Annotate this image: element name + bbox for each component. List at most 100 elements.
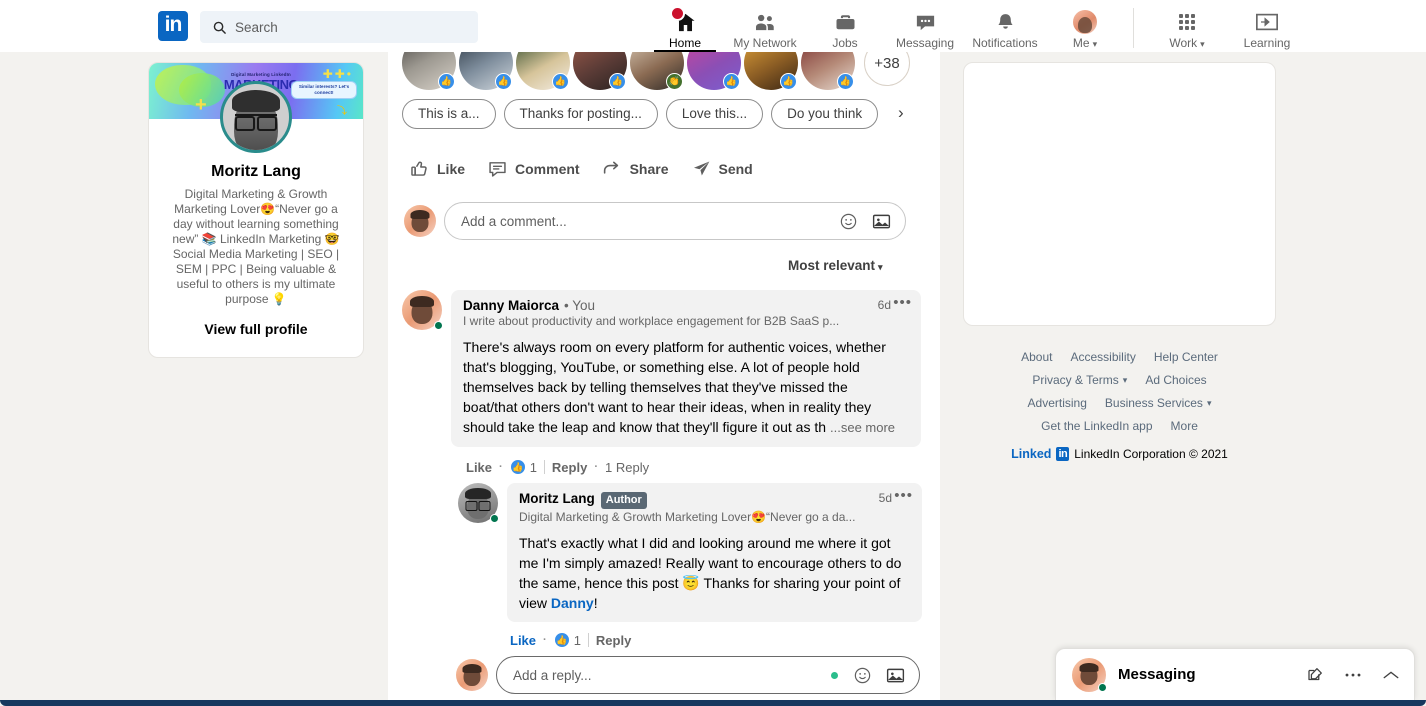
reaction-like-icon: 👍 — [780, 73, 797, 90]
search-icon — [212, 20, 227, 35]
comment-line: themselves back by telling themselves th… — [463, 379, 848, 395]
suggestion-chip[interactable]: This is a... — [402, 99, 496, 129]
like-button[interactable]: Like — [400, 152, 474, 185]
linkedin-logo-icon: in — [1056, 447, 1070, 461]
separator-dot: · — [499, 461, 503, 473]
reaction-support-icon: 👏 — [666, 73, 683, 90]
add-comment-input[interactable] — [461, 213, 839, 229]
briefcase-icon — [834, 9, 857, 35]
comment-reply-count[interactable]: 1 Reply — [605, 460, 649, 475]
nav-label: Notifications — [972, 36, 1038, 50]
comment-like-button[interactable]: Like — [466, 460, 492, 475]
comment-actions: Like · 👍 1 Reply · 1 Reply — [464, 459, 649, 475]
image-icon[interactable] — [871, 211, 892, 232]
nav-item-me[interactable]: Me ▾ — [1045, 0, 1125, 52]
copyright-text: LinkedIn Corporation © 2021 — [1074, 447, 1228, 461]
browser-viewport: 👍 👍 👍 👍 👏 👍 👍 👍 +38 This is a... Thanks … — [0, 0, 1426, 706]
nav-item-work[interactable]: Work ▾ — [1147, 0, 1227, 52]
share-label: Share — [629, 160, 669, 177]
online-status-dot — [434, 321, 443, 330]
footer-link-get-app[interactable]: Get the LinkedIn app — [1041, 419, 1152, 433]
mention-link[interactable]: Danny — [551, 595, 594, 611]
chevron-up-icon[interactable] — [1382, 669, 1400, 681]
comment-actions: Like · 👍 1 Reply — [508, 632, 631, 648]
suggestion-chip[interactable]: Thanks for posting... — [503, 99, 658, 129]
footer-link-help-center[interactable]: Help Center — [1154, 350, 1218, 364]
search-input[interactable] — [235, 19, 455, 35]
add-comment-field[interactable] — [444, 202, 906, 240]
see-more-link[interactable]: ...see more — [826, 420, 896, 435]
comment-text: There's always room on every platform fo… — [463, 337, 911, 438]
send-button[interactable]: Send — [682, 152, 762, 185]
chevron-down-icon: ▾ — [1206, 397, 1212, 408]
nav-item-jobs[interactable]: Jobs — [805, 0, 885, 52]
footer-link-advertising[interactable]: Advertising — [1028, 396, 1087, 410]
ellipsis-icon[interactable] — [1344, 672, 1362, 678]
nav-items: Home My Network Jobs Messaging Notificat… — [645, 0, 1307, 52]
comment-reply-button[interactable]: Reply — [596, 633, 631, 648]
emoji-icon[interactable] — [853, 666, 872, 685]
comment-menu-icon[interactable]: ••• — [893, 295, 912, 310]
divider — [587, 633, 589, 647]
footer-link-business-services[interactable]: Business Services ▾ — [1105, 396, 1212, 410]
comment-line: boat/that others don't want to hear thei… — [463, 399, 872, 415]
nav-item-messaging[interactable]: Messaging — [885, 0, 965, 52]
nav-label: Jobs — [832, 36, 858, 50]
nav-item-notifications[interactable]: Notifications — [965, 0, 1045, 52]
reaction-like-icon: 👍 — [609, 73, 626, 90]
compose-pencil-icon[interactable] — [1306, 666, 1324, 684]
comment-author-name[interactable]: Danny Maiorca — [463, 298, 559, 313]
footer-link-ad-choices[interactable]: Ad Choices — [1145, 373, 1206, 387]
comment-reaction-count[interactable]: 👍 1 — [553, 632, 581, 648]
add-reply-field[interactable] — [496, 656, 920, 694]
comment-button[interactable]: Comment — [478, 152, 589, 185]
reaction-like-icon: 👍 — [553, 632, 570, 648]
nav-item-learning[interactable]: Learning — [1227, 0, 1307, 52]
view-full-profile-link[interactable]: View full profile — [149, 321, 363, 337]
right-sidebar: About Accessibility Help Center Privacy … — [963, 62, 1276, 461]
ad-placeholder-card[interactable] — [963, 62, 1276, 326]
comment-like-button[interactable]: Like — [510, 633, 536, 648]
comments-sort-dropdown[interactable]: Most relevant ▾ — [788, 258, 883, 273]
footer-link-privacy-terms[interactable]: Privacy & Terms ▾ — [1032, 373, 1127, 387]
add-reply-input[interactable] — [513, 667, 831, 683]
chips-next-arrow-icon[interactable]: › — [898, 103, 904, 123]
nav-item-my-network[interactable]: My Network — [725, 0, 805, 52]
share-button[interactable]: Share — [593, 152, 678, 185]
sort-label: Most relevant — [788, 258, 876, 273]
send-paper-plane-icon — [691, 158, 712, 179]
comment-reaction-count[interactable]: 👍 1 — [509, 459, 537, 475]
comment-avatar-wrap[interactable] — [402, 290, 443, 330]
footer-link-accessibility[interactable]: Accessibility — [1070, 350, 1135, 364]
nav-label: Home — [668, 36, 701, 50]
profile-avatar[interactable] — [220, 81, 292, 153]
global-navigation-bar: in Home — [0, 0, 1426, 52]
author-badge: Author — [600, 492, 647, 509]
suggestion-chip[interactable]: Love this... — [665, 99, 764, 129]
image-icon[interactable] — [885, 665, 906, 686]
comment-avatar-wrap[interactable] — [458, 483, 499, 523]
comment-icon — [487, 158, 508, 179]
footer-link-about[interactable]: About — [1021, 350, 1052, 364]
suggestion-chip[interactable]: Do you think — [771, 99, 879, 129]
messaging-bar[interactable]: Messaging — [1055, 648, 1415, 700]
comment-author-name[interactable]: Moritz Lang — [519, 491, 595, 506]
chevron-down-icon: ▾ — [1200, 39, 1205, 49]
comment-menu-icon[interactable]: ••• — [894, 488, 913, 503]
site-footer: About Accessibility Help Center Privacy … — [963, 350, 1276, 461]
divider — [543, 460, 545, 474]
search-box[interactable] — [200, 11, 478, 43]
separator-dot: · — [543, 634, 547, 646]
comment-line: There's always room on every platform fo… — [463, 339, 886, 355]
thumbs-up-icon — [409, 158, 430, 179]
linkedin-logo-icon[interactable]: in — [158, 11, 188, 41]
banner-bubble: Similar interests? Let's connect! — [291, 81, 357, 100]
nav-item-home[interactable]: Home — [645, 0, 725, 52]
emoji-icon[interactable] — [839, 212, 858, 231]
profile-name[interactable]: Moritz Lang — [149, 163, 363, 181]
comment-text: That's exactly what I did and looking ar… — [519, 533, 912, 613]
messaging-title[interactable]: Messaging — [1118, 666, 1306, 683]
chevron-down-icon: ▾ — [878, 262, 883, 272]
comment-reply-button[interactable]: Reply — [552, 460, 587, 475]
footer-link-more[interactable]: More — [1171, 419, 1198, 433]
